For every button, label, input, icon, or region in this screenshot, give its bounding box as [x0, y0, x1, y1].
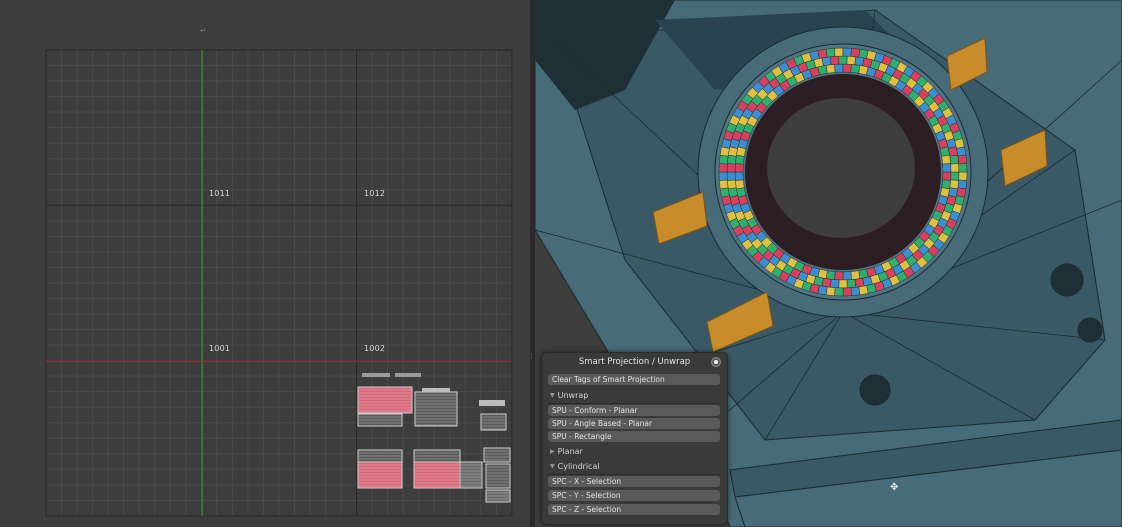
checker-tile: [949, 179, 959, 190]
panel-title: Smart Projection / Unwrap: [578, 357, 691, 367]
checker-tile: [950, 163, 960, 173]
checker-tile: [825, 270, 836, 280]
checker-tile: [834, 287, 844, 297]
checker-tile: [854, 277, 865, 288]
move-cursor-icon: ✥: [890, 482, 899, 493]
checker-tile: [957, 179, 967, 190]
uv-island: [422, 388, 450, 392]
checker-tile: [838, 279, 848, 289]
uv-island: [357, 386, 413, 414]
checker-tile: [846, 55, 856, 65]
checker-tile: [842, 63, 852, 73]
checker-tile: [941, 179, 951, 190]
section-planar-header[interactable]: ▶ Planar: [550, 447, 583, 456]
uv-grid[interactable]: [0, 0, 533, 527]
spu-angle-based-planar-button[interactable]: SPU - Angle Based - Planar: [548, 418, 720, 429]
checker-tile: [719, 154, 729, 165]
section-unwrap-header[interactable]: ▼ Unwrap: [550, 391, 588, 400]
uv-island: [357, 461, 403, 489]
uv-editor[interactable]: ↵ 1011 1012 1001 1002: [0, 0, 533, 527]
checker-tile: [958, 171, 968, 181]
checker-tile: [735, 154, 745, 165]
tile-label-1001: 1001: [209, 344, 231, 353]
checker-tile: [834, 271, 844, 281]
checker-tile: [858, 285, 869, 296]
checker-tile: [838, 55, 848, 65]
checker-tile: [850, 270, 861, 280]
collapsed-arrow-icon: ▶: [550, 448, 555, 455]
checker-tile: [719, 179, 729, 190]
checker-tile: [718, 163, 728, 173]
uv-island: [413, 461, 461, 489]
mesh-hole: [1050, 263, 1084, 297]
checker-tile: [834, 63, 844, 73]
checker-tile: [850, 64, 861, 74]
clear-tags-button[interactable]: Clear Tags of Smart Projection: [548, 374, 720, 385]
spc-y-selection-button[interactable]: SPC - Y - Selection: [548, 490, 720, 501]
checker-tile: [834, 47, 844, 57]
checker-tile: [956, 146, 967, 157]
divider: [548, 403, 720, 404]
checker-tile: [850, 48, 861, 58]
checker-tile: [727, 179, 737, 190]
checker-tile: [846, 279, 856, 289]
checker-tile: [825, 64, 836, 74]
checker-tile: [719, 187, 730, 198]
spc-z-selection-button[interactable]: SPC - Z - Selection: [548, 504, 720, 515]
expanded-arrow-icon: ▼: [550, 463, 555, 470]
checker-tile: [726, 163, 736, 173]
uv-island: [395, 373, 421, 377]
checker-tile: [957, 154, 967, 165]
checker-tile: [949, 154, 959, 165]
mesh-bore-hole: [767, 98, 915, 238]
checker-tile: [950, 171, 960, 181]
checker-tile: [734, 163, 744, 173]
checker-tile: [850, 286, 861, 296]
spu-rectangle-button[interactable]: SPU - Rectangle: [548, 431, 720, 442]
section-planar-label: Planar: [557, 447, 583, 456]
checker-tile: [825, 286, 836, 296]
checker-tile: [958, 163, 968, 173]
checker-tile: [842, 287, 852, 297]
checker-tile: [942, 163, 952, 173]
checker-tile: [842, 271, 852, 281]
uv-island: [459, 461, 483, 489]
checker-tile: [735, 179, 745, 190]
uv-island: [480, 413, 507, 431]
checker-tile: [727, 154, 737, 165]
section-unwrap-label: Unwrap: [557, 391, 589, 400]
uv-island: [479, 400, 505, 406]
smart-projection-panel: Smart Projection / Unwrap Clear Tags of …: [541, 352, 728, 525]
checker-tile: [821, 56, 832, 67]
expanded-arrow-icon: ▼: [550, 392, 555, 399]
mesh-hole: [859, 374, 891, 406]
tile-label-1002: 1002: [364, 344, 386, 353]
divider: [548, 474, 720, 475]
checker-tile: [830, 279, 840, 289]
checker-tile: [825, 48, 836, 58]
splitter-grip-icon[interactable]: ⋮: [528, 352, 535, 360]
mesh-hole: [1077, 317, 1103, 343]
checker-tile: [941, 154, 951, 165]
close-icon[interactable]: [711, 357, 721, 367]
section-cylindrical-label: Cylindrical: [557, 462, 600, 471]
section-cylindrical-header[interactable]: ▼ Cylindrical: [550, 462, 600, 471]
checker-tile: [734, 171, 744, 181]
tile-label-1012: 1012: [364, 189, 386, 198]
checker-tile: [817, 48, 828, 59]
uv-island: [414, 391, 458, 427]
spu-conform-planar-button[interactable]: SPU - Conform - Planar: [548, 405, 720, 416]
uv-island: [362, 373, 390, 377]
checker-tile: [718, 171, 728, 181]
checker-tile: [842, 47, 852, 57]
checker-tile: [942, 171, 952, 181]
checker-tile: [726, 171, 736, 181]
tile-label-1011: 1011: [209, 189, 231, 198]
uv-minor-grid: [45, 49, 513, 517]
checker-tile: [830, 55, 840, 65]
spc-x-selection-button[interactable]: SPC - X - Selection: [548, 476, 720, 487]
